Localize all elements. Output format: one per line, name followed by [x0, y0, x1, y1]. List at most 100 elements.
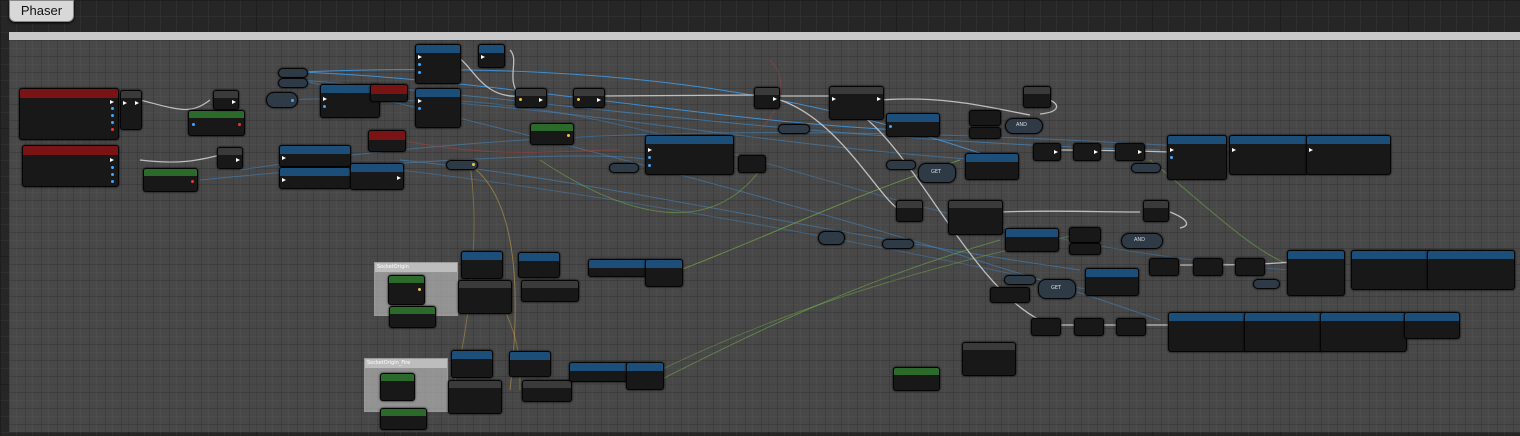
- exec-in-pin[interactable]: [832, 97, 836, 101]
- break-hit-node[interactable]: [1005, 228, 1059, 252]
- branch-node[interactable]: [1023, 86, 1051, 108]
- set-weapon-transfer-node[interactable]: [645, 135, 734, 175]
- exec-out-pin[interactable]: [110, 158, 114, 162]
- object-pin[interactable]: [111, 180, 114, 183]
- get-component-node[interactable]: [389, 306, 436, 328]
- and-node[interactable]: AND: [1005, 118, 1043, 134]
- branch-node[interactable]: [213, 90, 239, 110]
- variable-node[interactable]: [1131, 163, 1161, 173]
- function-node[interactable]: [350, 163, 404, 190]
- exec-out-pin[interactable]: [135, 101, 139, 105]
- object-pin[interactable]: [648, 164, 651, 167]
- sequence-node[interactable]: [1116, 318, 1146, 336]
- object-pin[interactable]: [192, 123, 195, 126]
- macro-node[interactable]: [521, 280, 579, 302]
- sequence-node[interactable]: [1149, 258, 1179, 276]
- variable-node[interactable]: [278, 68, 308, 78]
- component-has-tag-node[interactable]: [188, 110, 245, 136]
- exec-out-pin[interactable]: [397, 176, 401, 180]
- exec-in-pin[interactable]: [418, 55, 422, 59]
- event-node-small[interactable]: [368, 130, 406, 152]
- exec-out-pin[interactable]: [539, 98, 543, 102]
- variable-node[interactable]: [882, 239, 914, 249]
- branch-node[interactable]: [754, 87, 780, 109]
- exec-out-pin[interactable]: [877, 97, 881, 101]
- sequence-node[interactable]: [1031, 318, 1061, 336]
- exec-out-pin[interactable]: [110, 100, 114, 104]
- macro-node[interactable]: [522, 380, 572, 402]
- sequence-node[interactable]: [1033, 143, 1061, 161]
- get-socket-node[interactable]: [380, 373, 415, 401]
- sequence-node[interactable]: [1074, 318, 1104, 336]
- exec-out-pin[interactable]: [773, 97, 777, 101]
- function-node[interactable]: [1404, 312, 1460, 339]
- bool-pin[interactable]: [238, 123, 241, 126]
- and-node[interactable]: AND: [1121, 233, 1163, 249]
- component-has-tag-node[interactable]: [143, 168, 198, 192]
- function-node[interactable]: [645, 259, 683, 287]
- compare-node[interactable]: [1069, 243, 1101, 255]
- vector-pin[interactable]: [577, 98, 580, 101]
- sequence-node[interactable]: [515, 88, 547, 108]
- object-pin[interactable]: [111, 121, 114, 124]
- get-node[interactable]: GET: [1038, 279, 1076, 299]
- event-node-end-overlap[interactable]: [22, 145, 119, 187]
- compare-node[interactable]: [990, 287, 1030, 303]
- exec-in-pin[interactable]: [1232, 148, 1236, 152]
- compare-node[interactable]: [969, 110, 1001, 126]
- exec-in-pin[interactable]: [481, 55, 485, 59]
- break-hit-node[interactable]: [1085, 268, 1139, 296]
- get-location-node[interactable]: [530, 123, 574, 145]
- exec-out-pin[interactable]: [1054, 150, 1058, 154]
- clear-timer-node[interactable]: [279, 167, 351, 189]
- exec-out-pin[interactable]: [236, 158, 240, 162]
- compare-node[interactable]: [969, 127, 1001, 139]
- exec-in-pin[interactable]: [123, 101, 127, 105]
- function-node[interactable]: [626, 362, 664, 390]
- vector-pin[interactable]: [567, 134, 570, 137]
- sequence-node[interactable]: [573, 88, 605, 108]
- object-pin[interactable]: [418, 107, 421, 110]
- object-pin[interactable]: [648, 156, 651, 159]
- function-node[interactable]: [509, 351, 551, 377]
- event-node-begin-overlap[interactable]: [19, 88, 119, 140]
- exec-in-pin[interactable]: [418, 99, 422, 103]
- exec-in-pin[interactable]: [648, 148, 652, 152]
- set-weapon-transfer-node[interactable]: [1320, 312, 1407, 352]
- set-weapon-transfer-node[interactable]: [1229, 135, 1308, 175]
- object-pin[interactable]: [323, 105, 326, 108]
- variable-node[interactable]: [278, 78, 308, 88]
- object-pin[interactable]: [418, 63, 421, 66]
- sequence-node[interactable]: [1193, 258, 1223, 276]
- break-hit-node[interactable]: [965, 153, 1019, 180]
- object-pin[interactable]: [291, 99, 294, 102]
- exec-in-pin[interactable]: [1309, 148, 1313, 152]
- compare-node[interactable]: [1069, 227, 1101, 243]
- exec-out-pin[interactable]: [1138, 150, 1142, 154]
- macro-node[interactable]: [458, 280, 512, 314]
- bool-pin[interactable]: [111, 128, 114, 131]
- macro-node[interactable]: [829, 86, 884, 120]
- function-node[interactable]: [451, 350, 493, 378]
- object-pin[interactable]: [889, 125, 892, 128]
- variable-node[interactable]: [1253, 279, 1280, 289]
- set-timer-node[interactable]: [415, 44, 461, 84]
- get-node[interactable]: GET: [918, 163, 956, 183]
- cast-node[interactable]: [120, 90, 142, 130]
- sequence-node[interactable]: [1073, 143, 1101, 161]
- branch-node[interactable]: [217, 147, 243, 169]
- object-pin[interactable]: [111, 166, 114, 169]
- exec-in-pin[interactable]: [282, 156, 286, 160]
- function-node[interactable]: [588, 259, 648, 277]
- object-pin[interactable]: [1170, 156, 1173, 159]
- object-pin[interactable]: [111, 114, 114, 117]
- variable-node[interactable]: [446, 160, 478, 170]
- exec-out-pin[interactable]: [1094, 150, 1098, 154]
- exec-in-pin[interactable]: [1170, 148, 1174, 152]
- set-relative-location-node[interactable]: [1287, 250, 1345, 296]
- set-weapon-transfer-node[interactable]: [1351, 250, 1431, 290]
- macro-node[interactable]: [448, 380, 502, 414]
- object-pin[interactable]: [111, 173, 114, 176]
- variable-node[interactable]: [1004, 275, 1036, 285]
- variable-node[interactable]: [266, 92, 298, 108]
